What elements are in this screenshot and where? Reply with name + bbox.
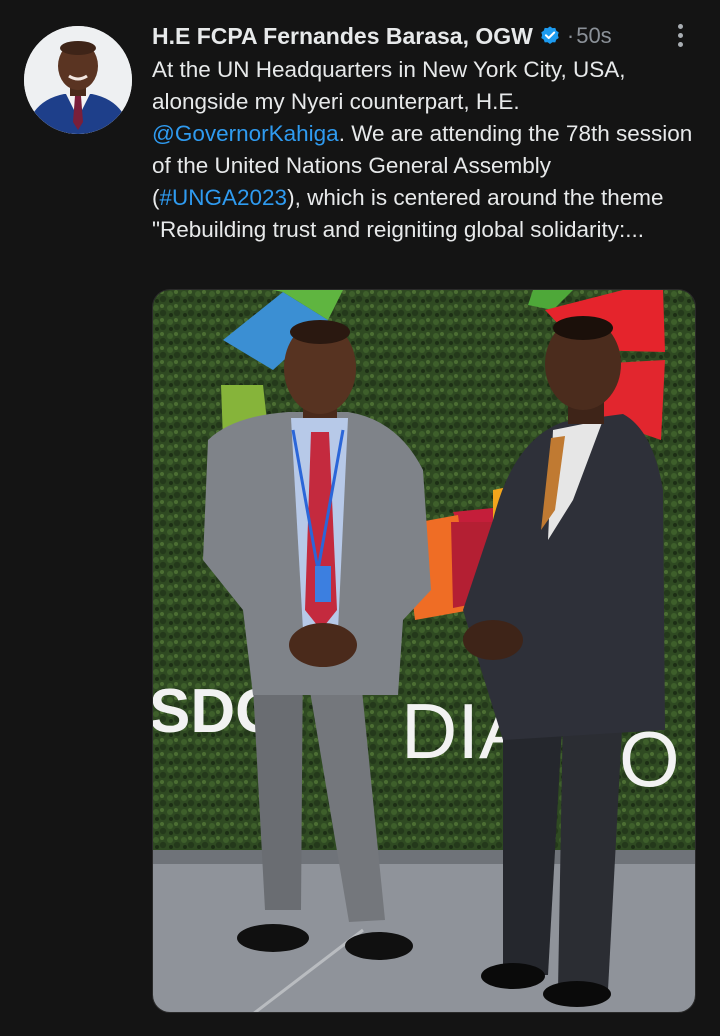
tweet-timestamp[interactable]: 50s: [576, 23, 611, 49]
tweet-header: H.E FCPA Fernandes Barasa, OGW · 50s: [152, 20, 612, 52]
verified-badge-icon: [539, 25, 561, 47]
tweet-text: At the UN Headquarters in New York City,…: [152, 54, 700, 246]
more-options-icon[interactable]: [668, 20, 692, 50]
mention-link[interactable]: @GovernorKahiga: [152, 121, 339, 146]
tweet[interactable]: H.E FCPA Fernandes Barasa, OGW · 50s At …: [0, 0, 720, 1036]
author-name[interactable]: H.E FCPA Fernandes Barasa, OGW: [152, 23, 533, 50]
photo-scene: SDG DIA O: [153, 290, 695, 1012]
header-separator: ·: [566, 23, 575, 48]
tweet-photo[interactable]: SDG DIA O: [152, 289, 696, 1013]
tweet-text-part-1: At the UN Headquarters in New York City,…: [152, 57, 626, 114]
author-avatar[interactable]: [24, 26, 132, 134]
avatar-portrait: [24, 26, 132, 134]
hashtag-link[interactable]: #UNGA2023: [160, 185, 288, 210]
